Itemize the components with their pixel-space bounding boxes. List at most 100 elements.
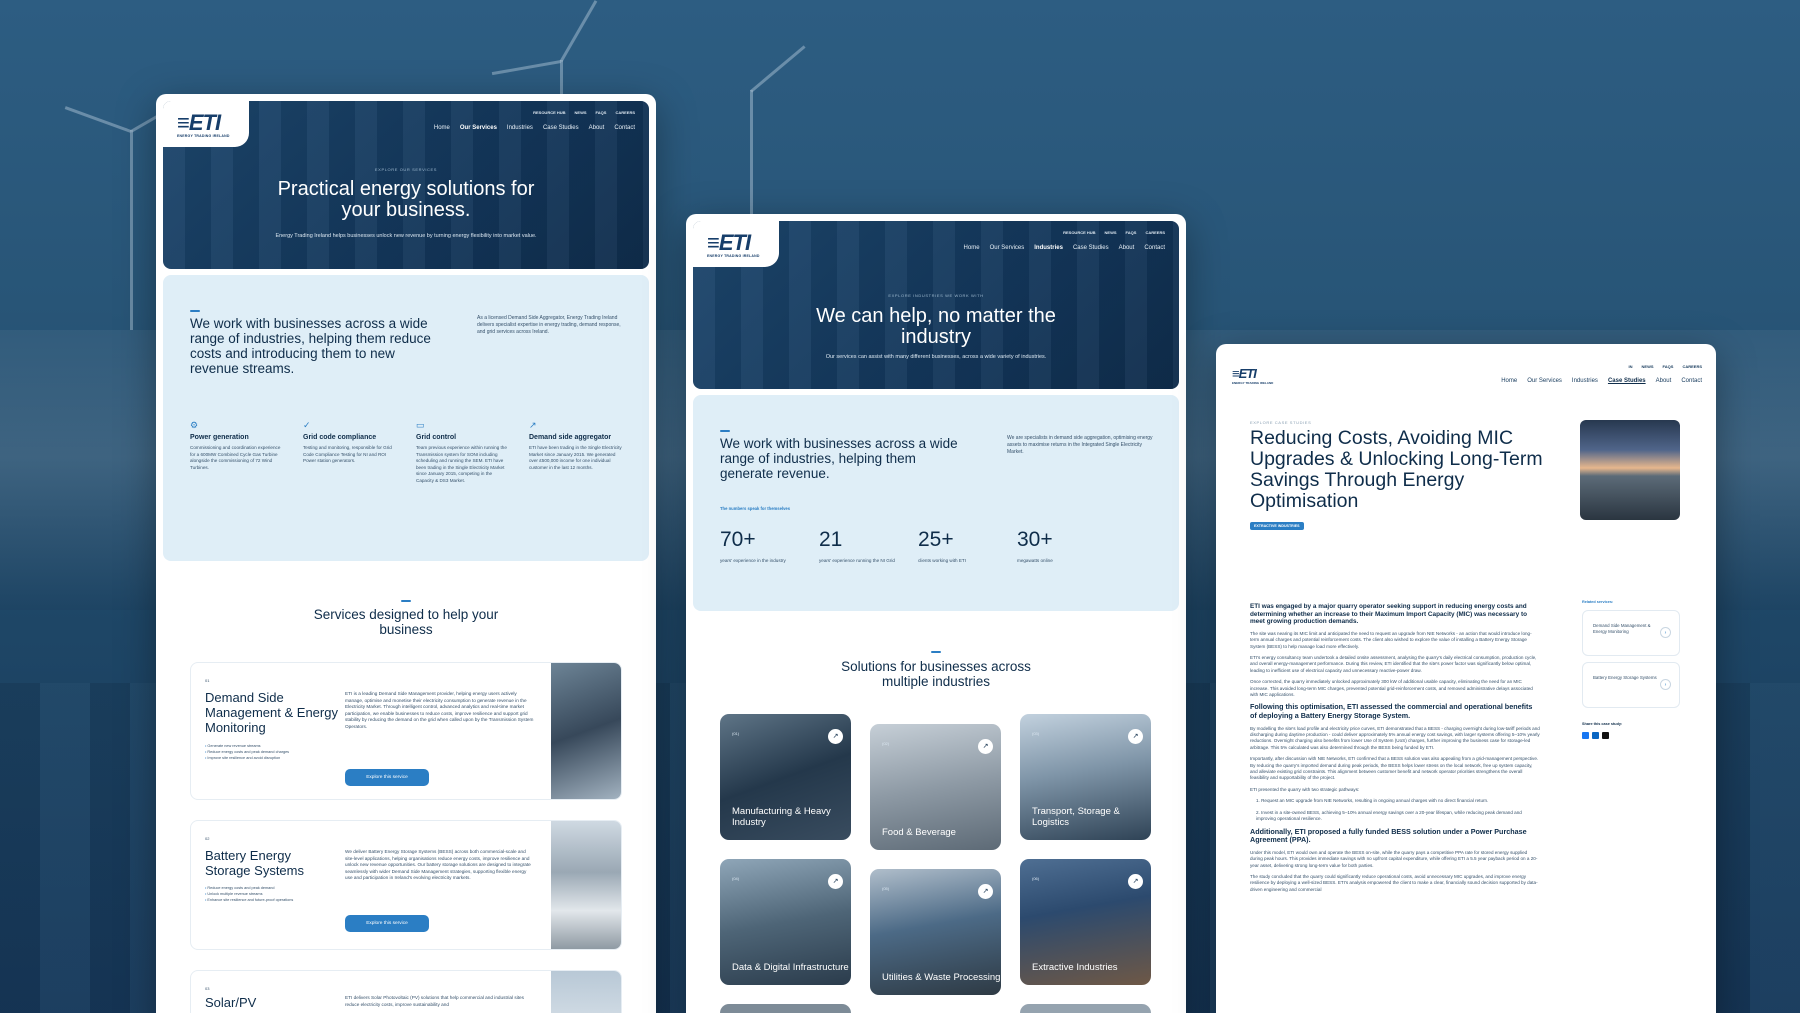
industries-page-window: ≡ETI ENERGY TRADING IRELAND RESOURCE HUB… [686,214,1186,1013]
intro-title: We work with businesses across a wide ra… [720,436,958,481]
tile-transport[interactable]: (03) ↗ Transport, Storage & Logistics [1020,714,1151,840]
nav-contact[interactable]: Contact [1144,245,1165,251]
utility-nav: RESOURCE HUB NEWS FAQS CAREERS [1063,230,1165,235]
x-icon[interactable] [1602,732,1609,739]
nav-about[interactable]: About [1656,378,1672,384]
bess-photo [551,821,621,949]
arrow-icon: ↗ [978,884,993,899]
case-eyebrow: EXPLORE CASE STUDIES [1250,420,1312,425]
nav-news[interactable]: NEWS [1642,364,1654,369]
main-nav: Home Our Services Industries Case Studie… [1501,378,1702,384]
hero-eyebrow: EXPLORE OUR SERVICES [374,167,438,172]
nav-news[interactable]: NEWS [1105,230,1117,235]
tile-more [720,1004,851,1013]
stat-clients: 25+ clients working with ETI [918,528,966,563]
nav-industries[interactable]: Industries [1034,245,1063,251]
case-body: ETI was engaged by a major quarry operat… [1250,603,1540,892]
tile-food-beverage[interactable]: (02) ↗ Food & Beverage [870,724,1001,850]
nav-about[interactable]: About [589,125,605,131]
industries-hero: ≡ETI ENERGY TRADING IRELAND RESOURCE HUB… [693,221,1179,389]
check-icon: ✓ [303,420,311,430]
feature-grid-code: ✓ Grid code compliance Testing and monit… [303,420,398,465]
arrow-icon: ↗ [978,739,993,754]
utility-nav: IN NEWS FAQS CAREERS [1629,364,1702,369]
tile-utilities-waste[interactable]: (05) ↗ Utilities & Waste Processing [870,869,1001,995]
nav-home[interactable]: Home [964,245,980,251]
eti-logo[interactable]: ≡ETI ENERGY TRADING IRELAND [163,101,249,147]
intro-text: As a licensed Demand Side Aggregator, En… [477,315,621,335]
related-dsm-link[interactable]: Demand Side Management & Energy Monitori… [1582,610,1680,656]
solutions-title: Solutions for businesses across multiple… [841,659,1031,689]
utility-nav: RESOURCE HUB NEWS FAQS CAREERS [533,110,635,115]
nav-our-services[interactable]: Our Services [1527,378,1562,384]
hero-subtitle: Our services can assist with many differ… [825,354,1047,360]
arrow-icon: ↗ [1128,874,1143,889]
feature-power-generation: ⚙ Power generation Commissioning and coo… [190,420,285,471]
eti-logo[interactable]: ≡ETI ENERGY TRADING IRELAND [1232,366,1273,385]
chart-icon: ↗ [529,420,537,430]
tile-manufacturing[interactable]: (01) ↗ Manufacturing & Heavy Industry [720,714,851,840]
nav-faqs[interactable]: FAQS [596,110,607,115]
service-card-bess[interactable]: 02 Battery Energy Storage Systems Reduce… [190,820,622,950]
nav-resource-hub[interactable]: RESOURCE HUB [1063,230,1095,235]
hero-title: We can help, no matter the industry [816,305,1056,348]
monitor-icon: ▭ [416,420,425,430]
stat-megawatts: 30+ megawatts online [1017,528,1053,563]
case-study-window: ≡ETI ENERGY TRADING IRELAND IN NEWS FAQS… [1216,344,1716,1013]
linkedin-icon[interactable] [1592,732,1599,739]
intro-panel: We work with businesses across a wide ra… [163,275,649,561]
nav-industries[interactable]: Industries [1572,378,1598,384]
feature-grid-control: ▭ Grid control Team previous experience … [416,420,511,485]
chevron-right-icon: › [1660,679,1671,690]
turbine-silhouette [130,130,133,330]
arrow-icon: ↗ [1128,729,1143,744]
stat-years-industry: 70+ years' experience in the industry [720,528,786,563]
nav-case-studies[interactable]: Case Studies [1608,378,1646,384]
related-services: Related services: Demand Side Management… [1582,600,1680,739]
nav-home[interactable]: Home [434,125,450,131]
quarry-sunset-photo [1580,420,1680,520]
dsm-benefits: Generate new revenue streams Reduce ener… [205,743,289,761]
numbers-label: The numbers speak for themselves [720,506,791,511]
nav-our-services[interactable]: Our Services [460,125,497,131]
services-title: Services designed to help your business [313,607,499,637]
feature-demand-side: ↗ Demand side aggregator ETI have been t… [529,420,624,471]
explore-dsm-button[interactable]: Explore this service [345,769,429,786]
case-title: Reducing Costs, Avoiding MIC Upgrades & … [1250,427,1543,512]
nav-about[interactable]: About [1119,245,1135,251]
nav-case-studies[interactable]: Case Studies [1073,245,1109,251]
nav-careers[interactable]: CAREERS [615,110,635,115]
nav-news[interactable]: NEWS [575,110,587,115]
tile-data-digital[interactable]: (04) ↗ Data & Digital Infrastructure [720,859,851,985]
power-icon: ⚙ [190,420,199,430]
nav-home[interactable]: Home [1501,378,1517,384]
nav-faqs[interactable]: FAQS [1126,230,1137,235]
nav-contact[interactable]: Contact [1681,378,1702,384]
hero-subtitle: Energy Trading Ireland helps businesses … [275,233,537,239]
main-nav: Home Our Services Industries Case Studie… [964,245,1165,251]
tile-extractive[interactable]: (06) ↗ Extractive Industries [1020,859,1151,985]
explore-bess-button[interactable]: Explore this service [345,915,429,932]
industries-intro-panel: We work with businesses across a wide ra… [693,395,1179,611]
services-page-window: ≡ETI ENERGY TRADING IRELAND RESOURCE HUB… [156,94,656,1013]
nav-resource-hub[interactable]: RESOURCE HUB [533,110,565,115]
nav-resource-hub[interactable]: IN [1629,364,1633,369]
service-card-solar[interactable]: 03 Solar/PV ETI delivers Solar Photovolt… [190,970,622,1013]
facebook-icon[interactable] [1582,732,1589,739]
nav-our-services[interactable]: Our Services [990,245,1025,251]
industry-tag[interactable]: EXTRACTIVE INDUSTRIES [1250,522,1304,530]
share-buttons [1582,732,1680,739]
arrow-icon: ↗ [828,729,843,744]
related-bess-link[interactable]: Battery Energy Storage Systems › [1582,662,1680,708]
nav-industries[interactable]: Industries [507,125,533,131]
nav-careers[interactable]: CAREERS [1145,230,1165,235]
nav-contact[interactable]: Contact [614,125,635,131]
chevron-right-icon: › [1660,627,1671,638]
nav-case-studies[interactable]: Case Studies [543,125,579,131]
eti-logo[interactable]: ≡ETI ENERGY TRADING IRELAND [693,221,779,267]
nav-faqs[interactable]: FAQS [1663,364,1674,369]
service-card-dsm[interactable]: 01 Demand Side Management & Energy Monit… [190,662,622,800]
nav-careers[interactable]: CAREERS [1682,364,1702,369]
intro-title: We work with businesses across a wide ra… [190,316,431,376]
arrow-icon: ↗ [828,874,843,889]
